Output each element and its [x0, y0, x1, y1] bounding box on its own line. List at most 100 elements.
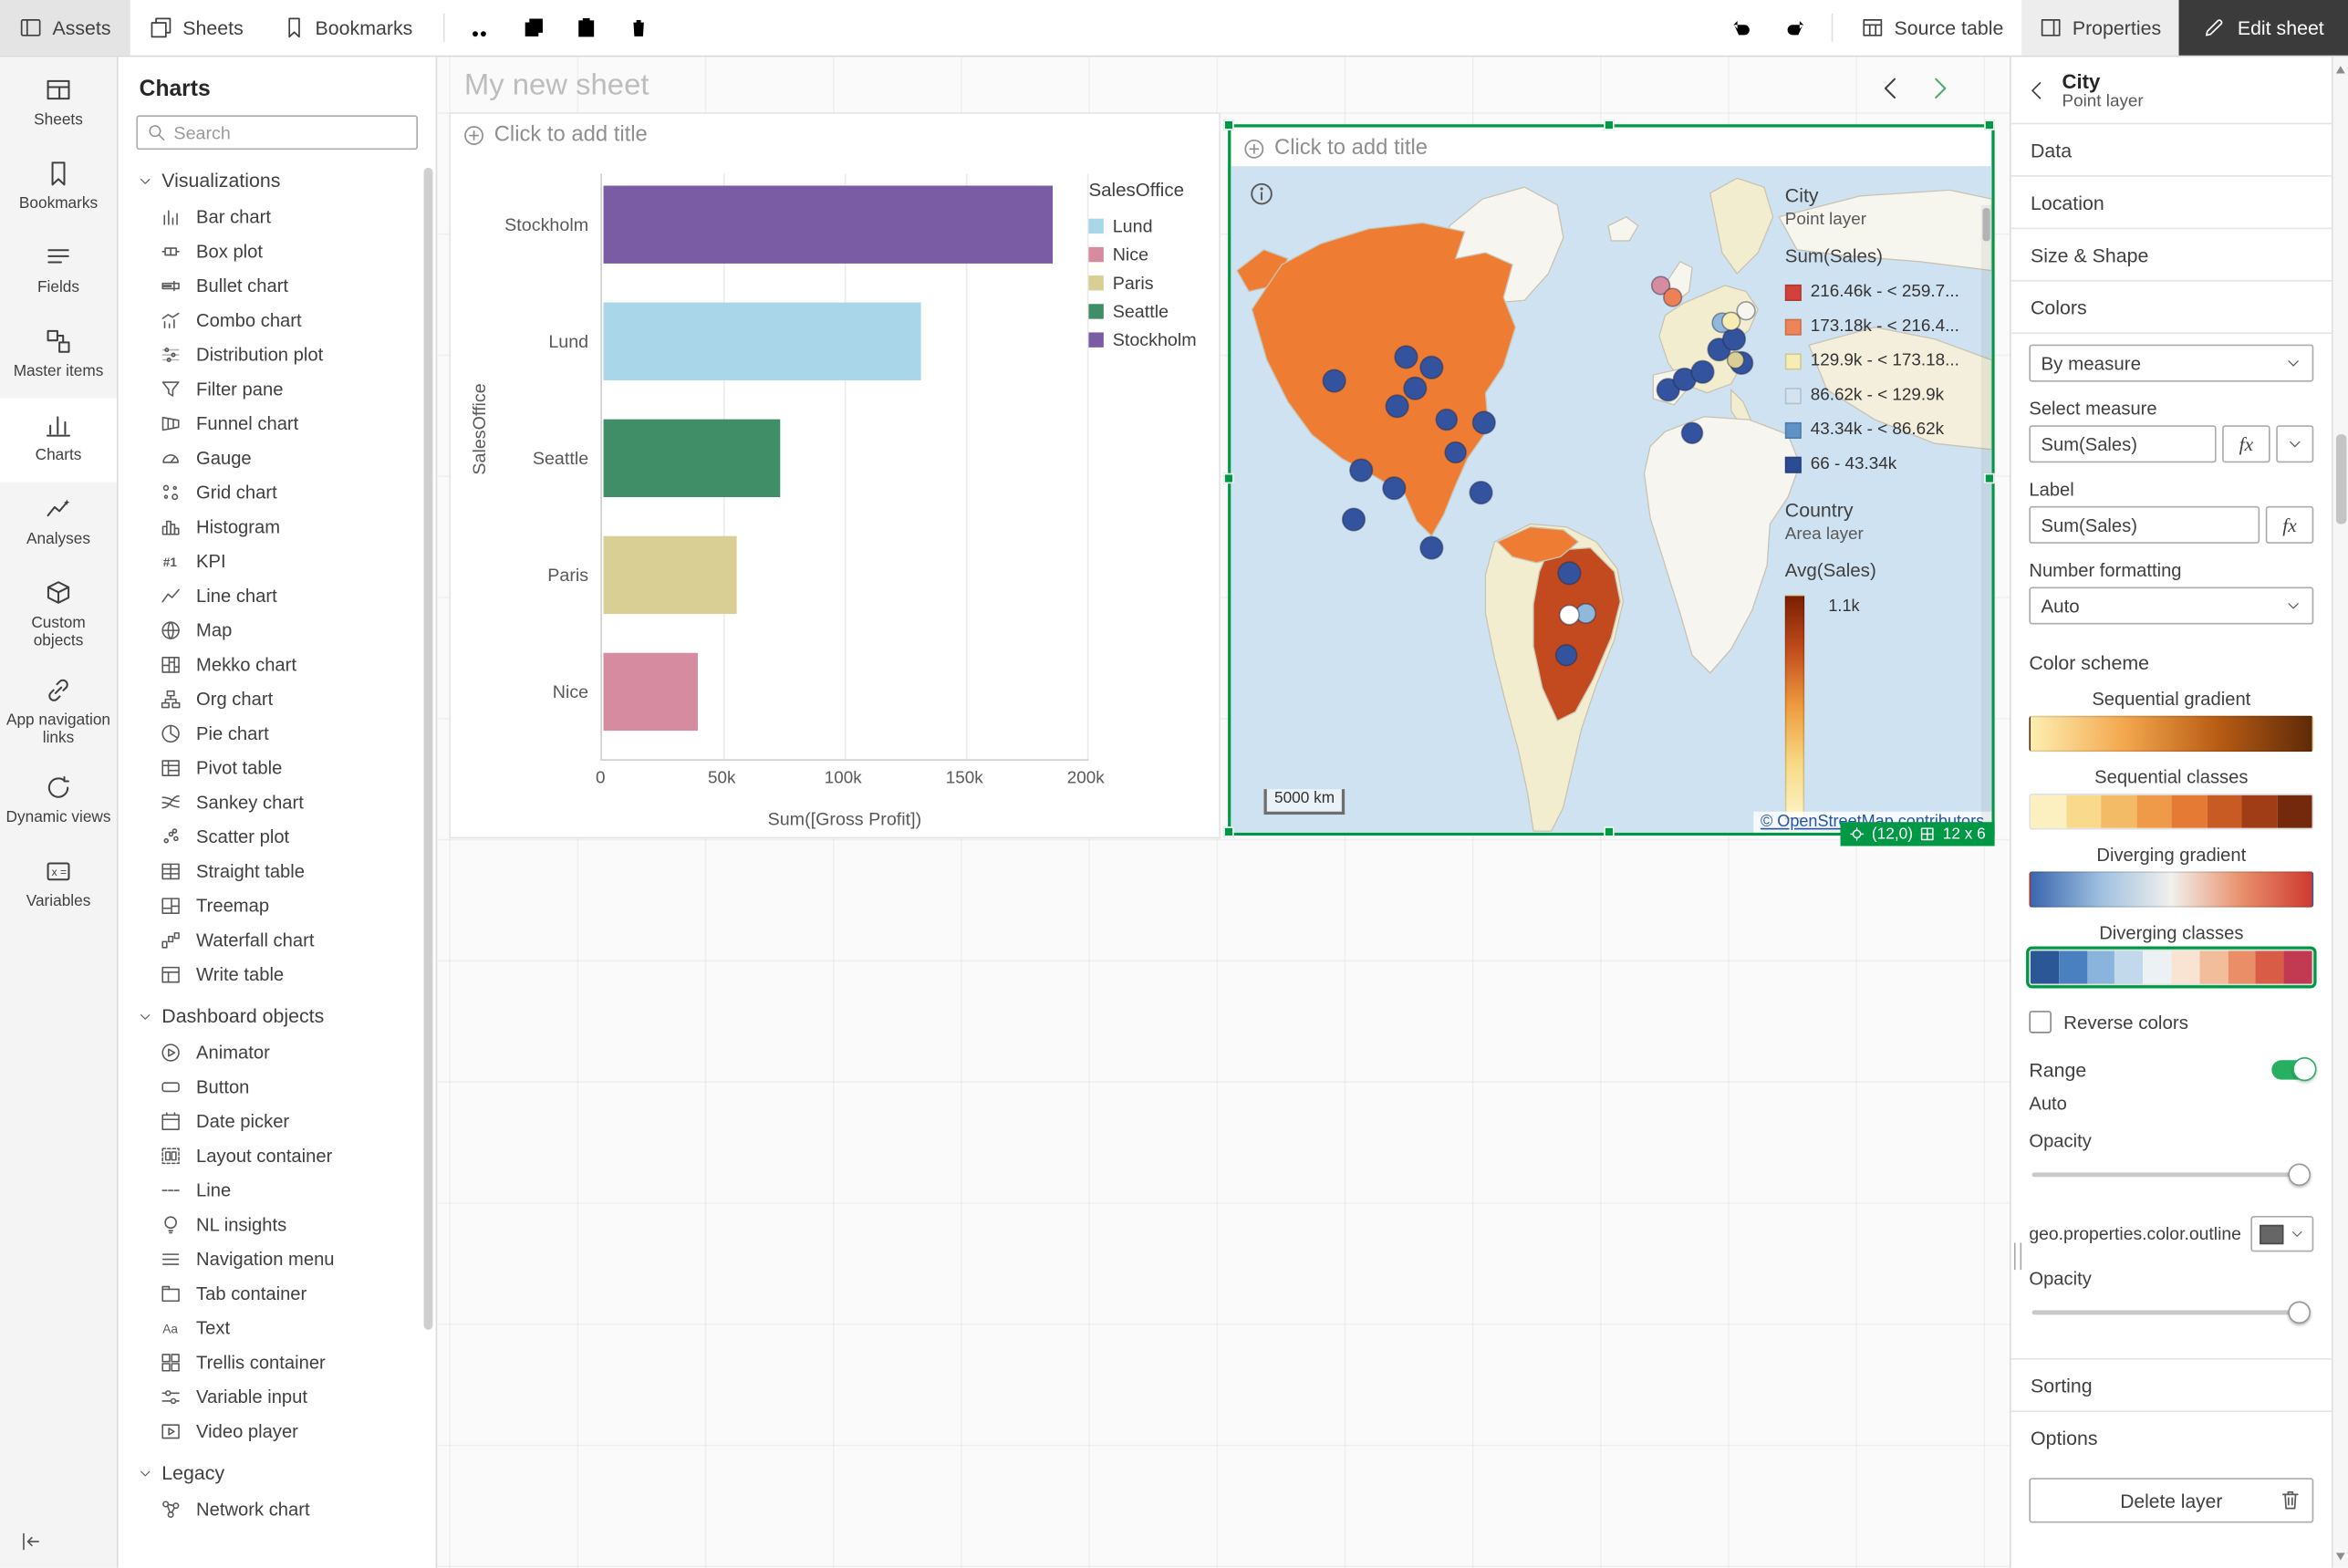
resize-handle[interactable]: [1984, 119, 1994, 130]
sidebar-item-charts[interactable]: Charts: [0, 399, 117, 483]
range-toggle[interactable]: [2271, 1060, 2313, 1079]
chart-type-kpi[interactable]: #1KPI: [119, 544, 436, 578]
chart-type-nl-insights[interactable]: NL insights: [119, 1207, 436, 1241]
chart-type-waterfall-chart[interactable]: Waterfall chart: [119, 922, 436, 957]
chart-type-line-chart[interactable]: Line chart: [119, 578, 436, 613]
chart-type-trellis-container[interactable]: Trellis container: [119, 1345, 436, 1379]
reverse-colors-checkbox[interactable]: Reverse colors: [2029, 1011, 2313, 1033]
chart-type-org-chart[interactable]: Org chart: [119, 681, 436, 716]
scroll-down-icon[interactable]: [2333, 1547, 2348, 1565]
chart-type-filter-pane[interactable]: Filter pane: [119, 371, 436, 406]
city-point[interactable]: [1728, 352, 1744, 369]
opacity-slider[interactable]: [2032, 1164, 2311, 1188]
city-point[interactable]: [1343, 508, 1366, 531]
chart-type-box-plot[interactable]: Box plot: [119, 234, 436, 268]
toggle-knob[interactable]: [2292, 1057, 2316, 1081]
sidebar-item-custom-objects[interactable]: Custom objects: [0, 566, 117, 664]
city-point[interactable]: [1682, 422, 1703, 443]
chart-type-distribution-plot[interactable]: Distribution plot: [119, 337, 436, 371]
undo-button[interactable]: [1716, 0, 1768, 56]
section-location[interactable]: Location: [2011, 175, 2332, 227]
chart-type-treemap[interactable]: Treemap: [119, 888, 436, 922]
outline-opacity-slider[interactable]: [2032, 1302, 2311, 1325]
legend-item-nice[interactable]: Nice: [1088, 240, 1211, 268]
city-point[interactable]: [1560, 606, 1579, 625]
resize-handle[interactable]: [1223, 826, 1233, 836]
resize-handle[interactable]: [1223, 119, 1233, 130]
sidebar-item-sheets[interactable]: Sheets: [0, 63, 117, 147]
city-point[interactable]: [1420, 536, 1443, 559]
sidebar-item-analyses[interactable]: Analyses: [0, 483, 117, 566]
select-measure-input[interactable]: [2029, 425, 2216, 462]
section-size-shape[interactable]: Size & Shape: [2011, 228, 2332, 280]
city-point[interactable]: [1323, 369, 1345, 392]
slider-track[interactable]: [2032, 1172, 2311, 1177]
tab-assets[interactable]: Assets: [0, 0, 130, 56]
chart-type-line[interactable]: Line: [119, 1172, 436, 1207]
city-point[interactable]: [1445, 442, 1466, 463]
slider-track[interactable]: [2032, 1310, 2311, 1314]
map-object[interactable]: Click to add title: [1228, 124, 1994, 836]
chart-type-network-chart[interactable]: Network chart: [119, 1491, 436, 1526]
sidebar-item-fields[interactable]: Fields: [0, 231, 117, 315]
scroll-up-icon[interactable]: [2333, 60, 2348, 78]
chart-type-tab-container[interactable]: Tab container: [119, 1276, 436, 1311]
scheme-diverging-classes[interactable]: [2029, 950, 2313, 985]
expression-editor-button[interactable]: fx: [2266, 506, 2314, 544]
chart-type-map[interactable]: Map: [119, 612, 436, 647]
outline-color-dropdown[interactable]: [2250, 1216, 2313, 1251]
city-point[interactable]: [1395, 346, 1418, 369]
city-point[interactable]: [1386, 395, 1408, 418]
assets-scrollbar-thumb[interactable]: [424, 168, 433, 1330]
previous-sheet-button[interactable]: [1875, 72, 1907, 105]
slider-thumb[interactable]: [2288, 1302, 2311, 1324]
chart-type-button[interactable]: Button: [119, 1069, 436, 1104]
city-point[interactable]: [1473, 411, 1496, 434]
chart-type-variable-input[interactable]: Variable input: [119, 1379, 436, 1414]
city-point[interactable]: [1350, 459, 1373, 482]
chart-type-pie-chart[interactable]: Pie chart: [119, 716, 436, 751]
delete-button[interactable]: [612, 0, 664, 56]
bar-chart-title-placeholder[interactable]: Click to add title: [462, 123, 648, 147]
scrollbar-thumb[interactable]: [2336, 434, 2346, 524]
legend-item-lund[interactable]: Lund: [1088, 211, 1211, 239]
city-point[interactable]: [1404, 377, 1427, 400]
copy-button[interactable]: [507, 0, 559, 56]
chart-type-straight-table[interactable]: Straight table: [119, 854, 436, 888]
chart-type-pivot-table[interactable]: Pivot table: [119, 750, 436, 784]
sidebar-item-app-navigation-links[interactable]: App navigation links: [0, 663, 117, 761]
cut-button[interactable]: [454, 0, 506, 56]
sidebar-item-master-items[interactable]: Master items: [0, 315, 117, 399]
properties-scrollbar[interactable]: [2332, 57, 2348, 1567]
number-formatting-select[interactable]: Auto: [2029, 587, 2313, 625]
measure-dropdown-button[interactable]: [2276, 425, 2313, 462]
chart-type-bullet-chart[interactable]: Bullet chart: [119, 268, 436, 303]
redo-button[interactable]: [1769, 0, 1821, 56]
resize-handle[interactable]: [1604, 119, 1614, 130]
paste-button[interactable]: [559, 0, 611, 56]
chart-type-gauge[interactable]: Gauge: [119, 441, 436, 475]
chart-type-mekko-chart[interactable]: Mekko chart: [119, 647, 436, 681]
section-visualizations[interactable]: Visualizations: [119, 156, 436, 200]
city-point[interactable]: [1664, 288, 1682, 306]
chart-type-animator[interactable]: Animator: [119, 1034, 436, 1069]
city-point[interactable]: [1420, 357, 1443, 379]
section-sorting[interactable]: Sorting: [2011, 1358, 2332, 1410]
info-icon[interactable]: [1249, 182, 1274, 207]
sidebar-item-bookmarks[interactable]: Bookmarks: [0, 147, 117, 231]
source-table-button[interactable]: Source table: [1844, 0, 2021, 56]
chart-type-layout-container[interactable]: Layout container: [119, 1138, 436, 1173]
section-colors[interactable]: Colors: [2011, 280, 2332, 332]
chart-type-bar-chart[interactable]: Bar chart: [119, 199, 436, 234]
search-box[interactable]: [136, 115, 418, 150]
back-icon[interactable]: [2026, 78, 2049, 101]
bar-lund[interactable]: [604, 303, 921, 380]
sidebar-item-variables[interactable]: x =Variables: [0, 845, 117, 929]
color-mode-dropdown[interactable]: By measure: [2029, 345, 2313, 382]
chart-type-video-player[interactable]: Video player: [119, 1414, 436, 1449]
checkbox-box[interactable]: [2029, 1011, 2052, 1033]
scheme-sequential-classes[interactable]: [2029, 794, 2313, 829]
bar-stockholm[interactable]: [604, 186, 1053, 264]
scheme-sequential-gradient[interactable]: [2029, 716, 2313, 752]
scheme-diverging-gradient[interactable]: [2029, 871, 2313, 907]
